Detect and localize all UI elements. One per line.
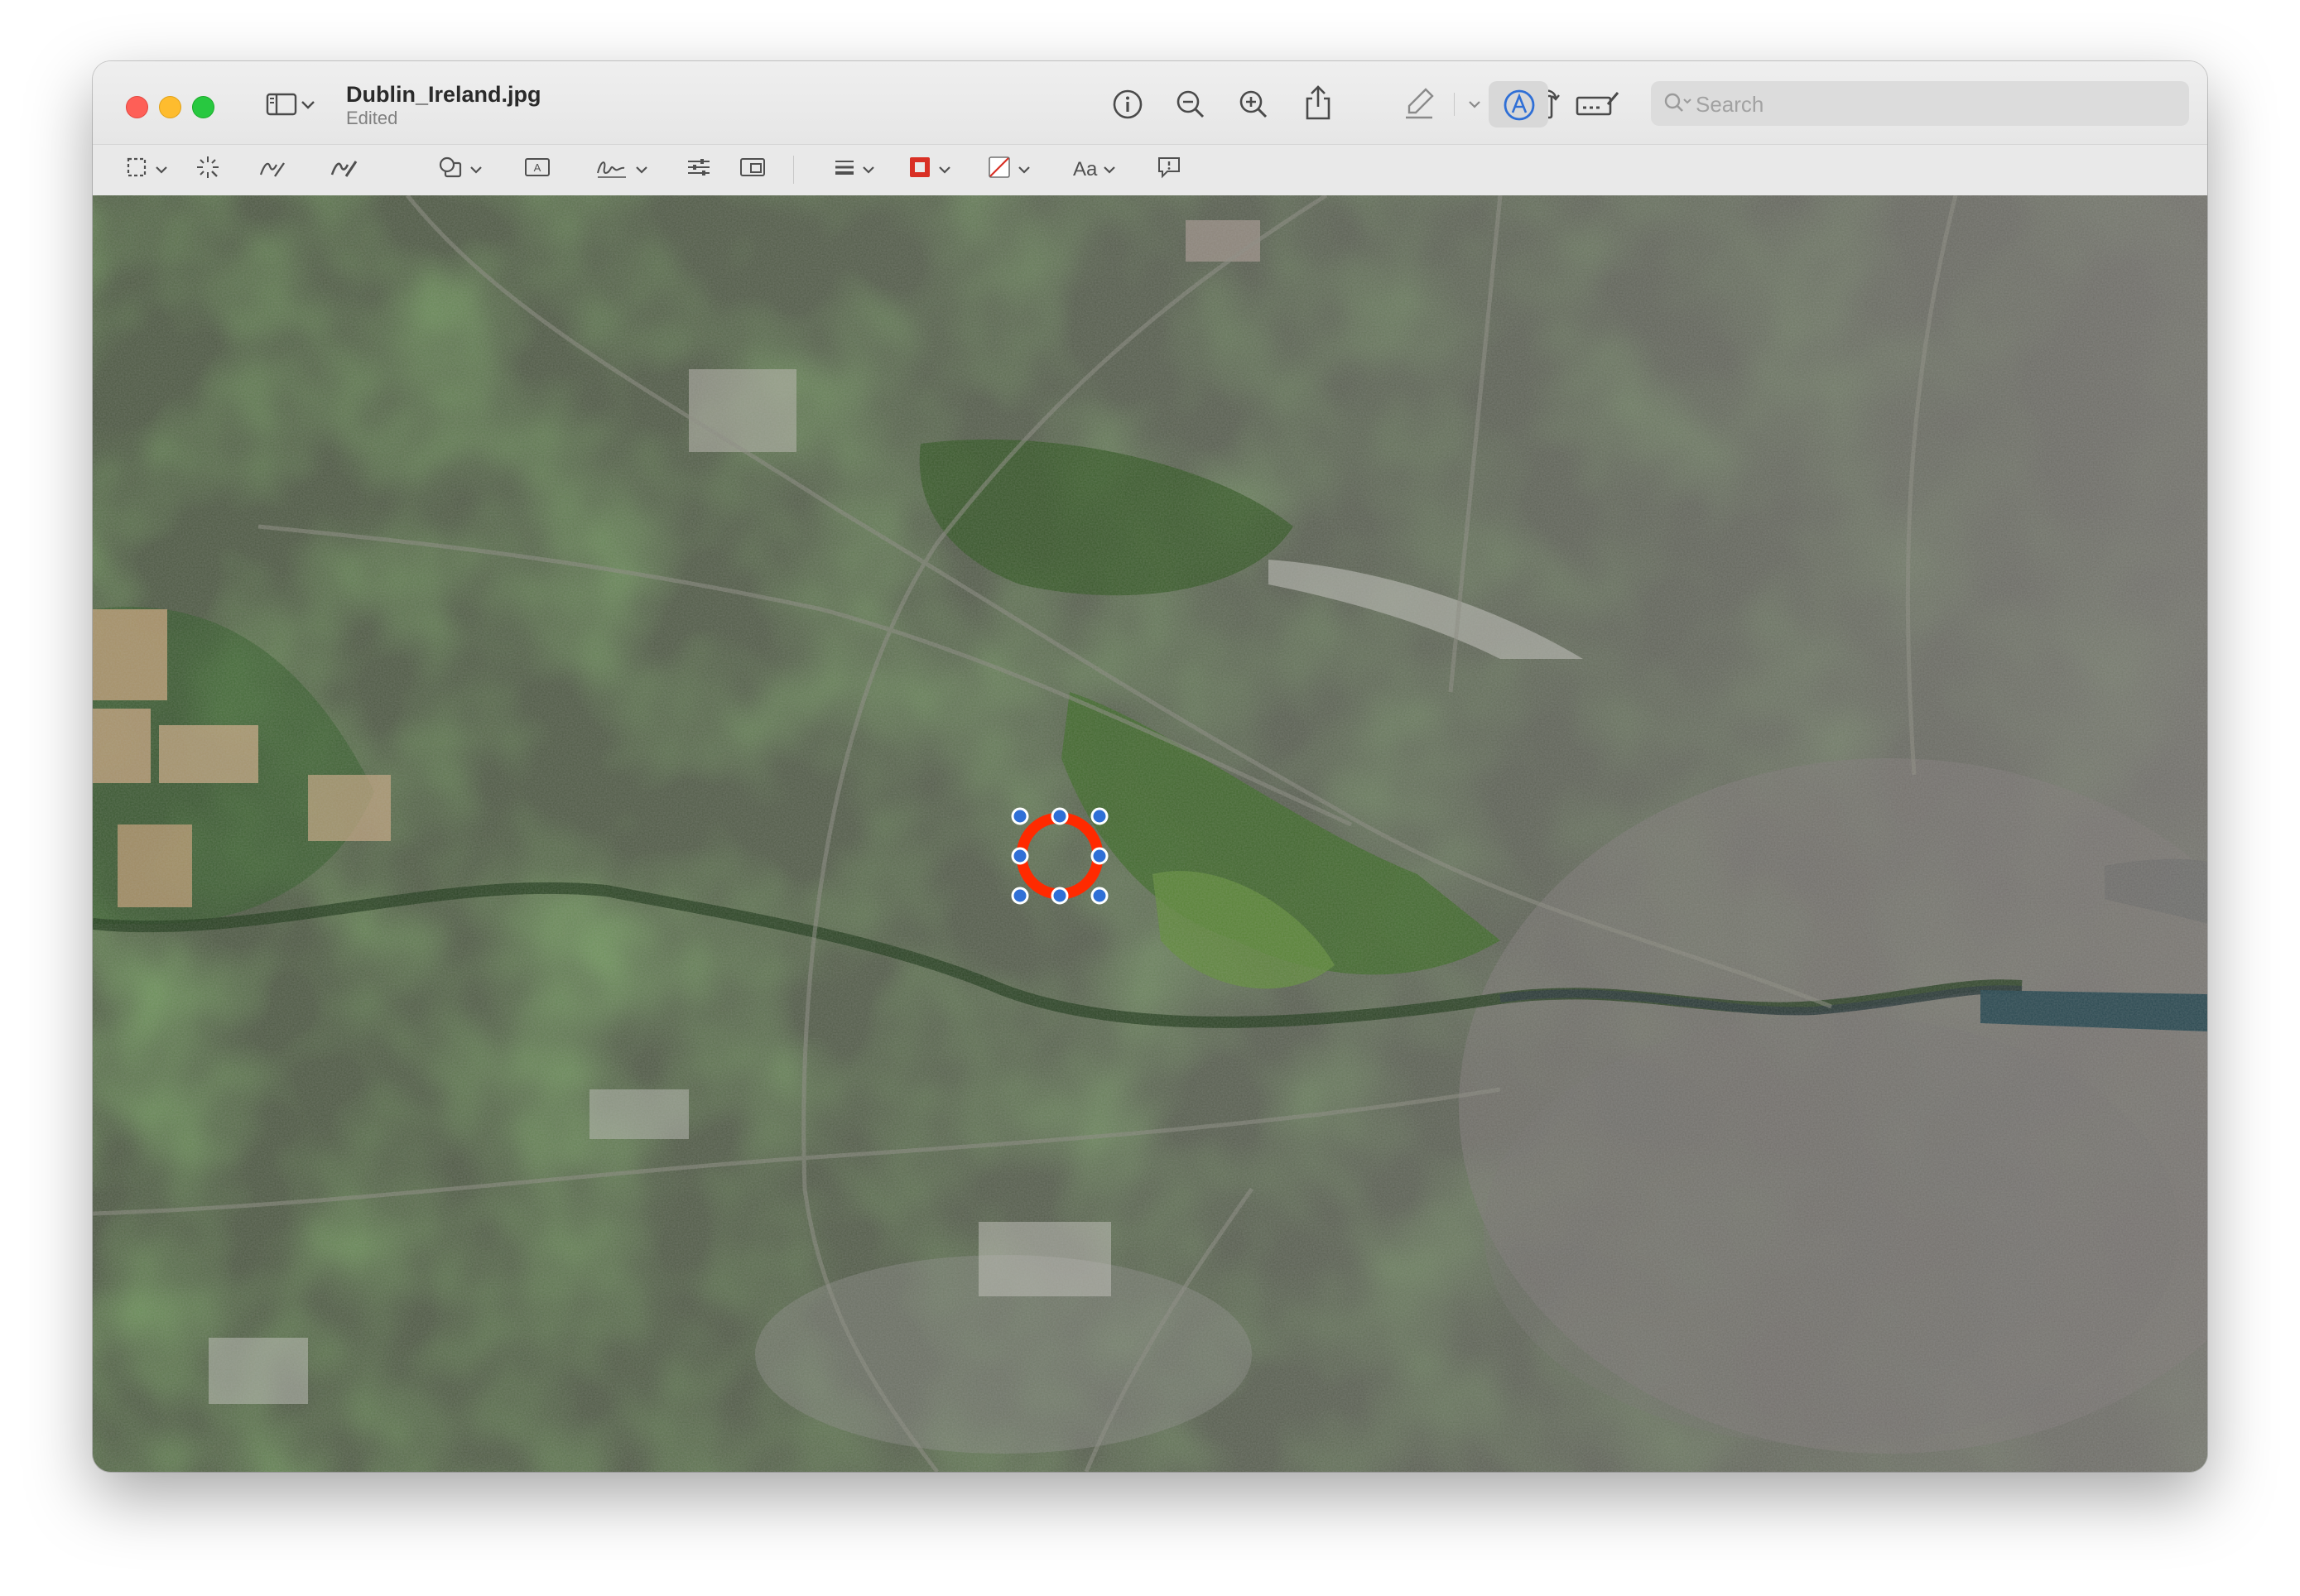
text-box-icon: A — [523, 156, 551, 185]
border-color-button[interactable] — [907, 151, 952, 189]
preview-window: Dublin_Ireland.jpg Edited Search A Aa — [93, 61, 2207, 1472]
search-placeholder: Search — [1696, 92, 1764, 117]
circle-annotation[interactable] — [1003, 800, 1116, 912]
instant-alpha-button[interactable] — [195, 151, 220, 189]
rectangular-selection-icon — [126, 156, 149, 185]
chevron-down-icon — [1102, 158, 1117, 181]
image-canvas[interactable] — [93, 195, 2207, 1472]
fill-color-button[interactable] — [987, 151, 1032, 189]
svg-text:A: A — [534, 161, 541, 174]
line-weight-icon — [833, 156, 856, 184]
title-bar: Dublin_Ireland.jpg Edited Search — [93, 61, 2207, 144]
search-icon — [1662, 91, 1694, 118]
resize-handle[interactable] — [1011, 847, 1029, 865]
document-status: Edited — [346, 108, 398, 128]
sidebar-toggle-button[interactable] — [258, 88, 325, 121]
no-fill-icon — [987, 155, 1012, 185]
close-button[interactable] — [126, 96, 148, 118]
signature-icon — [594, 155, 629, 185]
text-style-label: Aa — [1073, 158, 1098, 180]
speech-bubble-icon — [1156, 155, 1182, 185]
highlight-button[interactable] — [1401, 84, 1437, 123]
markup-icon — [1502, 88, 1537, 127]
adjust-size-button[interactable] — [739, 151, 767, 189]
crop-button[interactable] — [1575, 86, 1621, 123]
sign-button[interactable] — [594, 151, 649, 189]
chevron-down-icon — [469, 158, 484, 181]
draw-icon — [330, 155, 359, 185]
document-title: Dublin_Ireland.jpg — [346, 82, 541, 107]
zoom-button[interactable] — [192, 96, 214, 118]
annotate-button[interactable] — [1156, 151, 1182, 189]
resize-icon — [739, 156, 767, 185]
info-button[interactable] — [1109, 86, 1146, 123]
sketch-icon — [258, 155, 286, 185]
markup-toolbar — [93, 144, 2207, 197]
text-tool-button[interactable]: A — [523, 151, 551, 189]
info-icon — [1111, 88, 1144, 121]
resize-handle[interactable] — [1051, 807, 1069, 825]
markup-divider — [793, 156, 794, 184]
magic-wand-icon — [195, 155, 220, 185]
markup-toolbar-icon — [1575, 89, 1621, 119]
toolbar-divider — [1454, 93, 1455, 116]
zoom-out-icon — [1174, 88, 1207, 121]
zoom-in-button[interactable] — [1235, 86, 1272, 123]
title-block: Dublin_Ireland.jpg Edited — [346, 81, 541, 129]
sketch-tool-button[interactable] — [258, 151, 286, 189]
resize-handle[interactable] — [1090, 847, 1109, 865]
satellite-image — [93, 195, 2207, 1472]
chevron-down-icon — [937, 158, 952, 181]
minimize-button[interactable] — [159, 96, 181, 118]
chevron-down-icon — [154, 158, 169, 181]
chevron-down-icon — [1017, 158, 1032, 181]
resize-handle[interactable] — [1011, 807, 1029, 825]
resize-handle[interactable] — [1051, 887, 1069, 905]
share-icon — [1303, 84, 1333, 122]
share-button[interactable] — [1300, 83, 1336, 123]
markup-button[interactable] — [1489, 81, 1548, 127]
chevron-down-icon — [634, 158, 649, 181]
search-field[interactable]: Search — [1651, 81, 2189, 126]
zoom-out-button[interactable] — [1172, 86, 1209, 123]
text-style-button[interactable]: Aa — [1073, 151, 1117, 189]
selection-tool-button[interactable] — [126, 151, 169, 189]
sliders-icon — [686, 156, 712, 185]
adjust-color-button[interactable] — [686, 151, 712, 189]
draw-tool-button[interactable] — [330, 151, 359, 189]
zoom-in-icon — [1237, 88, 1270, 121]
highlight-options-button[interactable] — [1464, 94, 1485, 114]
highlighter-icon — [1403, 86, 1436, 121]
shapes-button[interactable] — [437, 151, 484, 189]
shape-style-button[interactable] — [833, 151, 876, 189]
resize-handle[interactable] — [1090, 807, 1109, 825]
chevron-down-icon — [861, 158, 876, 181]
border-color-icon — [907, 155, 932, 185]
resize-handle[interactable] — [1011, 887, 1029, 905]
sidebar-icon — [266, 92, 299, 117]
chevron-down-icon — [299, 98, 317, 111]
chevron-down-icon — [1466, 99, 1483, 110]
shapes-icon — [437, 155, 464, 185]
resize-handle[interactable] — [1090, 887, 1109, 905]
